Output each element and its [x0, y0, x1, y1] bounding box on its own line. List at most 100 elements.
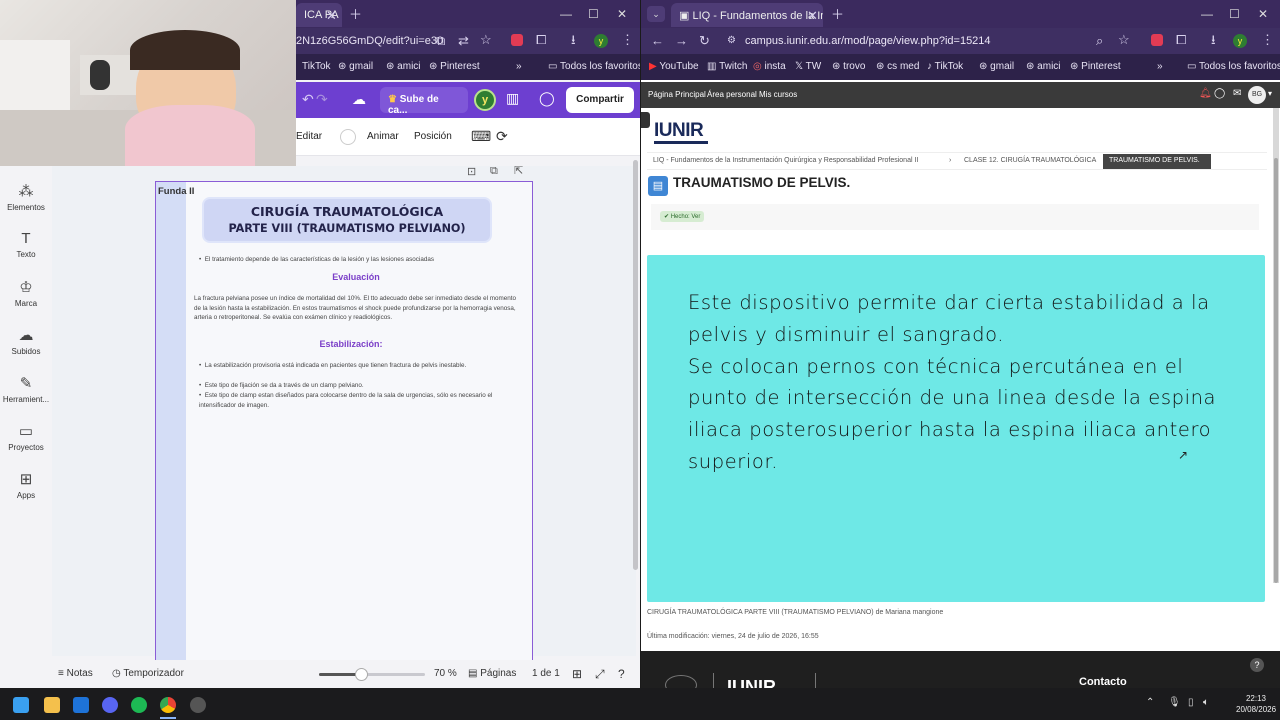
embedded-slide[interactable]: Este dispositivo permite dar cierta esta… — [647, 255, 1265, 602]
tab-search-icon[interactable]: ⌄ — [647, 6, 665, 22]
user-menu-chevron-icon[interactable]: ▾ — [1268, 89, 1272, 98]
reload-icon[interactable]: ↻ — [699, 34, 710, 48]
bookmark-item[interactable]: 𝕏 TW — [795, 61, 821, 72]
sidebar-item-text[interactable]: T Texto — [0, 230, 52, 259]
sidebar-item-apps[interactable]: ⊞ Apps — [0, 470, 52, 500]
canvas-scrollbar[interactable] — [633, 160, 638, 570]
chrome-icon[interactable] — [160, 697, 176, 713]
minimize-icon[interactable]: — — [1201, 7, 1213, 21]
grid-view-icon[interactable]: ⊞ — [572, 667, 582, 681]
zoom-level[interactable]: 70 % — [434, 668, 457, 679]
spotify-icon[interactable] — [131, 697, 147, 713]
translate-icon[interactable]: ⇄ — [458, 34, 469, 48]
sidebar-item-elements[interactable]: ⁂ Elementos — [0, 182, 52, 212]
canva-avatar[interactable]: y — [474, 89, 496, 111]
start-windows-icon[interactable] — [13, 697, 29, 713]
position-button[interactable]: Posición — [414, 131, 452, 142]
nav-link[interactable]: Página Principal — [648, 90, 706, 99]
download-icon[interactable]: ⭳ — [571, 33, 576, 47]
undo-icon[interactable]: ↶ — [302, 91, 314, 108]
right-tab-active[interactable]: ▣ LIQ - Fundamentos de la Instru — [671, 3, 823, 27]
nav-link[interactable]: Área personal — [707, 90, 757, 99]
forward-icon[interactable]: → — [675, 34, 688, 48]
site-info-icon[interactable]: ⚙ — [727, 34, 736, 48]
page-count[interactable]: 1 de 1 — [532, 668, 560, 679]
page-scrollbar-thumb[interactable] — [1274, 158, 1278, 583]
right-url[interactable]: campus.iunir.edu.ar/mod/page/view.php?id… — [745, 35, 991, 47]
comment-icon[interactable]: ◯ — [539, 90, 555, 107]
design-page[interactable]: Funda II CIRUGÍA TRAUMATOLÓGICA PARTE VI… — [155, 181, 533, 661]
zoom-icon[interactable]: ⌕ — [1096, 34, 1103, 48]
bookmark-item[interactable]: ▶ YouTube — [649, 61, 699, 72]
back-icon[interactable]: ← — [651, 34, 664, 48]
bookmark-item[interactable]: ⊛ Pinterest — [1070, 61, 1121, 72]
bookmark-item[interactable]: ⊛ Pinterest — [429, 61, 480, 72]
share-button[interactable]: Compartir — [566, 87, 634, 113]
all-bookmarks[interactable]: ▭ Todos los favoritos — [548, 61, 640, 72]
nav-link[interactable]: Mis cursos — [759, 90, 797, 99]
taskbar-clock[interactable]: 22:13 20/08/2026 — [1236, 693, 1276, 715]
bookmark-item[interactable]: ▥ Twitch — [707, 61, 747, 72]
bookmark-item[interactable]: ⊛ trovo — [832, 61, 865, 72]
discord-icon[interactable] — [102, 697, 118, 713]
zoom-slider[interactable] — [319, 668, 425, 681]
embed-caption[interactable]: CIRUGÍA TRAUMATOLÓGICA PARTE VIII (TRAUM… — [647, 609, 943, 616]
sidebar-item-projects[interactable]: ▭ Proyectos — [0, 422, 52, 452]
new-tab-icon[interactable]: ＋ — [349, 8, 362, 22]
sidebar-item-brand[interactable]: ♔ Marca — [0, 278, 52, 308]
add-page-icon[interactable]: ⇱ — [514, 164, 523, 177]
bookmark-star-icon[interactable]: ☆ — [480, 33, 492, 47]
help-icon[interactable]: ? — [618, 667, 625, 681]
animate-button[interactable]: Animar — [367, 131, 399, 142]
download-icon[interactable]: ⭳ — [1211, 33, 1216, 47]
microphone-icon[interactable]: 🎙︎ — [1168, 697, 1181, 708]
drawer-toggle-icon[interactable] — [641, 112, 650, 128]
lock-icon[interactable]: ⊡ — [467, 165, 476, 178]
extensions-puzzle-icon[interactable]: ⧠ — [1176, 33, 1186, 47]
tray-overflow-icon[interactable]: ⌃ — [1146, 697, 1154, 708]
notes-button[interactable]: ≡ Notas — [58, 668, 93, 679]
redo-icon[interactable]: ↷ — [316, 91, 328, 108]
edit-button[interactable]: Editar — [296, 131, 322, 142]
bookmarks-overflow-icon[interactable]: » — [1157, 61, 1163, 72]
all-bookmarks[interactable]: ▭ Todos los favoritos — [1187, 61, 1280, 72]
bookmark-item[interactable]: ♪ TikTok — [927, 61, 963, 72]
bookmark-item[interactable]: ⊛ gmail — [338, 61, 373, 72]
inbox-icon[interactable]: ✉ — [1233, 88, 1241, 99]
network-icon[interactable]: ▯ — [1188, 697, 1194, 708]
close-window-icon[interactable]: ✕ — [1258, 7, 1268, 21]
add-comment-icon[interactable]: ⟳ — [496, 128, 508, 145]
file-explorer-icon[interactable] — [44, 697, 60, 713]
bookmark-item[interactable]: ◎ insta — [753, 61, 786, 72]
left-url[interactable]: 2N1z6G56GmDQ/edit?ui=e30 — [296, 35, 443, 47]
bookmark-item[interactable]: ⊛ gmail — [979, 61, 1014, 72]
page-scrollbar[interactable] — [1273, 108, 1279, 583]
bookmark-item[interactable]: ⊛ amici — [1026, 61, 1061, 72]
volume-icon[interactable]: 🔈︎ — [1203, 697, 1209, 708]
bookmark-item[interactable]: TikTok — [302, 61, 331, 72]
profile-avatar[interactable]: y — [594, 34, 608, 48]
duplicate-icon[interactable]: ⧉ — [490, 165, 498, 178]
minimize-icon[interactable]: — — [560, 7, 572, 21]
bookmark-star-icon[interactable]: ☆ — [1118, 33, 1130, 47]
profile-avatar[interactable]: y — [1233, 34, 1247, 48]
fullscreen-icon[interactable]: ⤢ — [595, 667, 605, 682]
messages-icon[interactable]: ◯ — [1214, 88, 1225, 99]
tab-close-icon[interactable]: ✕ — [807, 9, 818, 23]
help-button[interactable]: ? — [1250, 658, 1264, 672]
extensions-puzzle-icon[interactable]: ⧠ — [536, 33, 546, 47]
app-icon[interactable] — [190, 697, 206, 713]
color-swatch[interactable] — [340, 129, 356, 145]
new-tab-icon[interactable]: ＋ — [831, 8, 844, 22]
site-logo[interactable]: IUNIR — [654, 120, 704, 142]
tab-close-icon[interactable]: ✕ — [326, 9, 337, 23]
pages-button[interactable]: ▤ Páginas — [468, 668, 516, 679]
notification-bell-icon[interactable]: 🔔︎ — [1199, 88, 1212, 99]
format-painter-icon[interactable]: ⌨ — [471, 128, 491, 145]
cloud-save-icon[interactable]: ☁ — [352, 91, 366, 108]
bookmark-item[interactable]: ⊛ amici — [386, 61, 421, 72]
breadcrumb-item[interactable]: LIQ - Fundamentos de la Instrumentación … — [653, 157, 918, 164]
maximize-icon[interactable]: ☐ — [588, 7, 599, 21]
timer-button[interactable]: ◷ Temporizador — [112, 668, 184, 679]
bookmark-item[interactable]: ⊛ cs med — [876, 61, 919, 72]
